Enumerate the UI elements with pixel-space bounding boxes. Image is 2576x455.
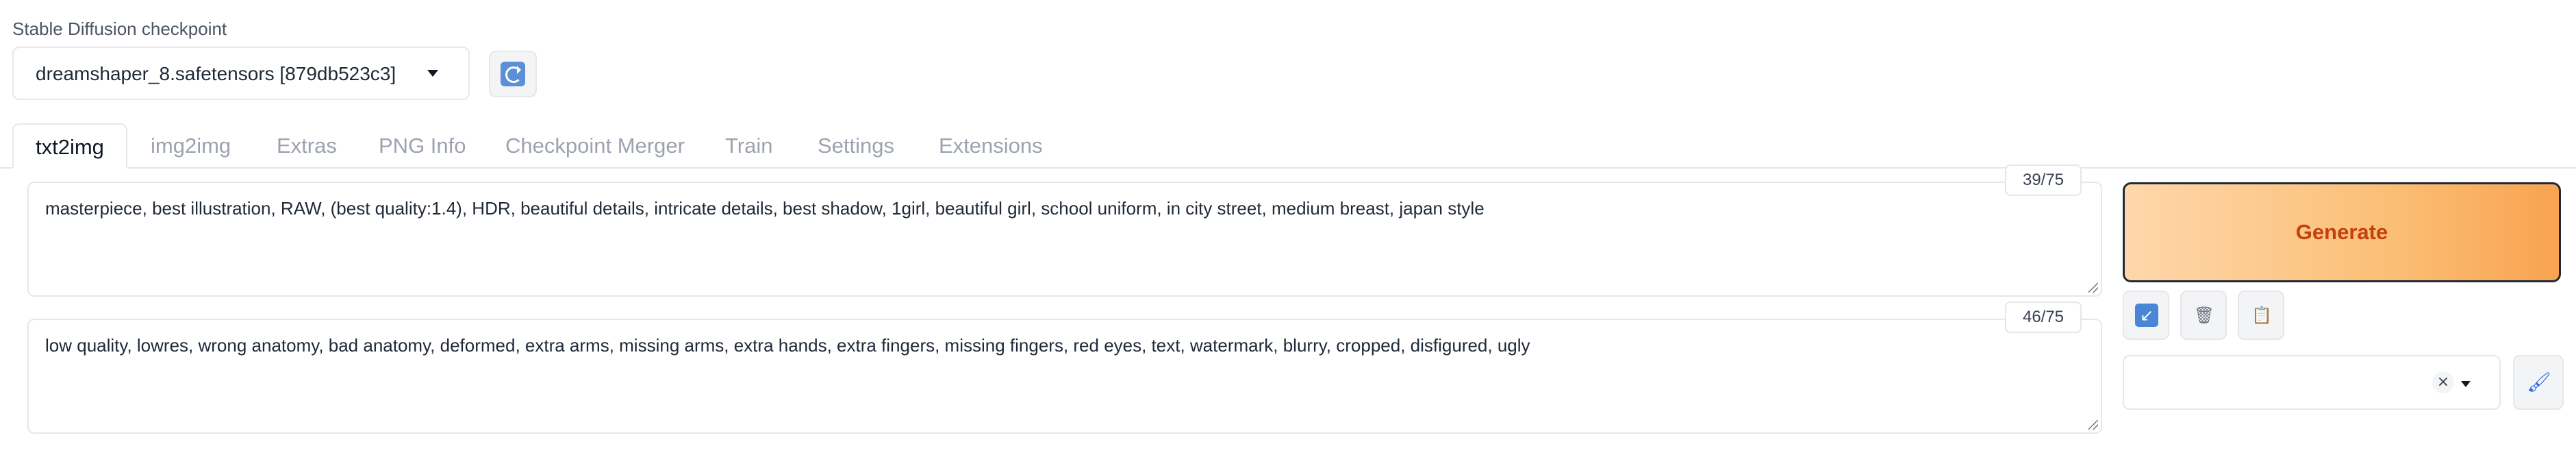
generate-button[interactable]: Generate — [2123, 182, 2561, 282]
apply-styles-button[interactable]: 🖌 — [2513, 355, 2564, 410]
negative-prompt-token-counter: 46/75 — [2005, 302, 2082, 333]
main-tabs: txt2img img2img Extras PNG Info Checkpoi… — [0, 123, 2576, 169]
webui-root: Stable Diffusion checkpoint dreamshaper_… — [0, 0, 2576, 455]
tab-extras[interactable]: Extras — [277, 123, 337, 169]
chevron-down-icon — [427, 70, 438, 77]
prompt-textarea[interactable]: masterpiece, best illustration, RAW, (be… — [27, 182, 2102, 297]
resize-handle-icon[interactable] — [2088, 283, 2098, 293]
negative-prompt-textarea[interactable]: low quality, lowres, wrong anatomy, bad … — [27, 319, 2102, 434]
tab-train[interactable]: Train — [725, 123, 772, 169]
clipboard-icon: 📋 — [2251, 306, 2272, 325]
checkpoint-dropdown[interactable]: dreamshaper_8.safetensors [879db523c3] — [12, 47, 470, 100]
tab-png-info[interactable]: PNG Info — [379, 123, 466, 169]
resize-handle-icon[interactable] — [2088, 420, 2098, 430]
checkpoint-selected-value: dreamshaper_8.safetensors [879db523c3] — [36, 63, 396, 84]
refresh-icon — [501, 62, 525, 86]
tab-checkpoint-merger[interactable]: Checkpoint Merger — [505, 123, 685, 169]
prompt-token-counter: 39/75 — [2005, 164, 2082, 196]
prompt-text: masterpiece, best illustration, RAW, (be… — [45, 198, 1485, 219]
chevron-down-icon — [2461, 381, 2471, 387]
paintbrush-icon: 🖌 — [2527, 371, 2551, 393]
refresh-checkpoints-button[interactable] — [489, 51, 537, 97]
read-params-icon: ↙ — [2135, 304, 2158, 327]
tab-extensions[interactable]: Extensions — [939, 123, 1043, 169]
tab-settings[interactable]: Settings — [818, 123, 894, 169]
read-generation-params-button[interactable]: ↙ — [2123, 291, 2169, 340]
trash-icon: 🗑 — [2193, 306, 2215, 325]
tab-txt2img[interactable]: txt2img — [12, 123, 127, 169]
checkpoint-label: Stable Diffusion checkpoint — [12, 19, 227, 39]
clear-prompt-button[interactable]: 🗑 — [2180, 291, 2227, 340]
negative-prompt-text: low quality, lowres, wrong anatomy, bad … — [45, 335, 1530, 356]
tab-img2img[interactable]: img2img — [151, 123, 231, 169]
clear-styles-icon[interactable]: × — [2432, 371, 2454, 393]
styles-dropdown[interactable]: × — [2123, 355, 2501, 410]
apply-styles-clipboard-button[interactable]: 📋 — [2238, 291, 2284, 340]
